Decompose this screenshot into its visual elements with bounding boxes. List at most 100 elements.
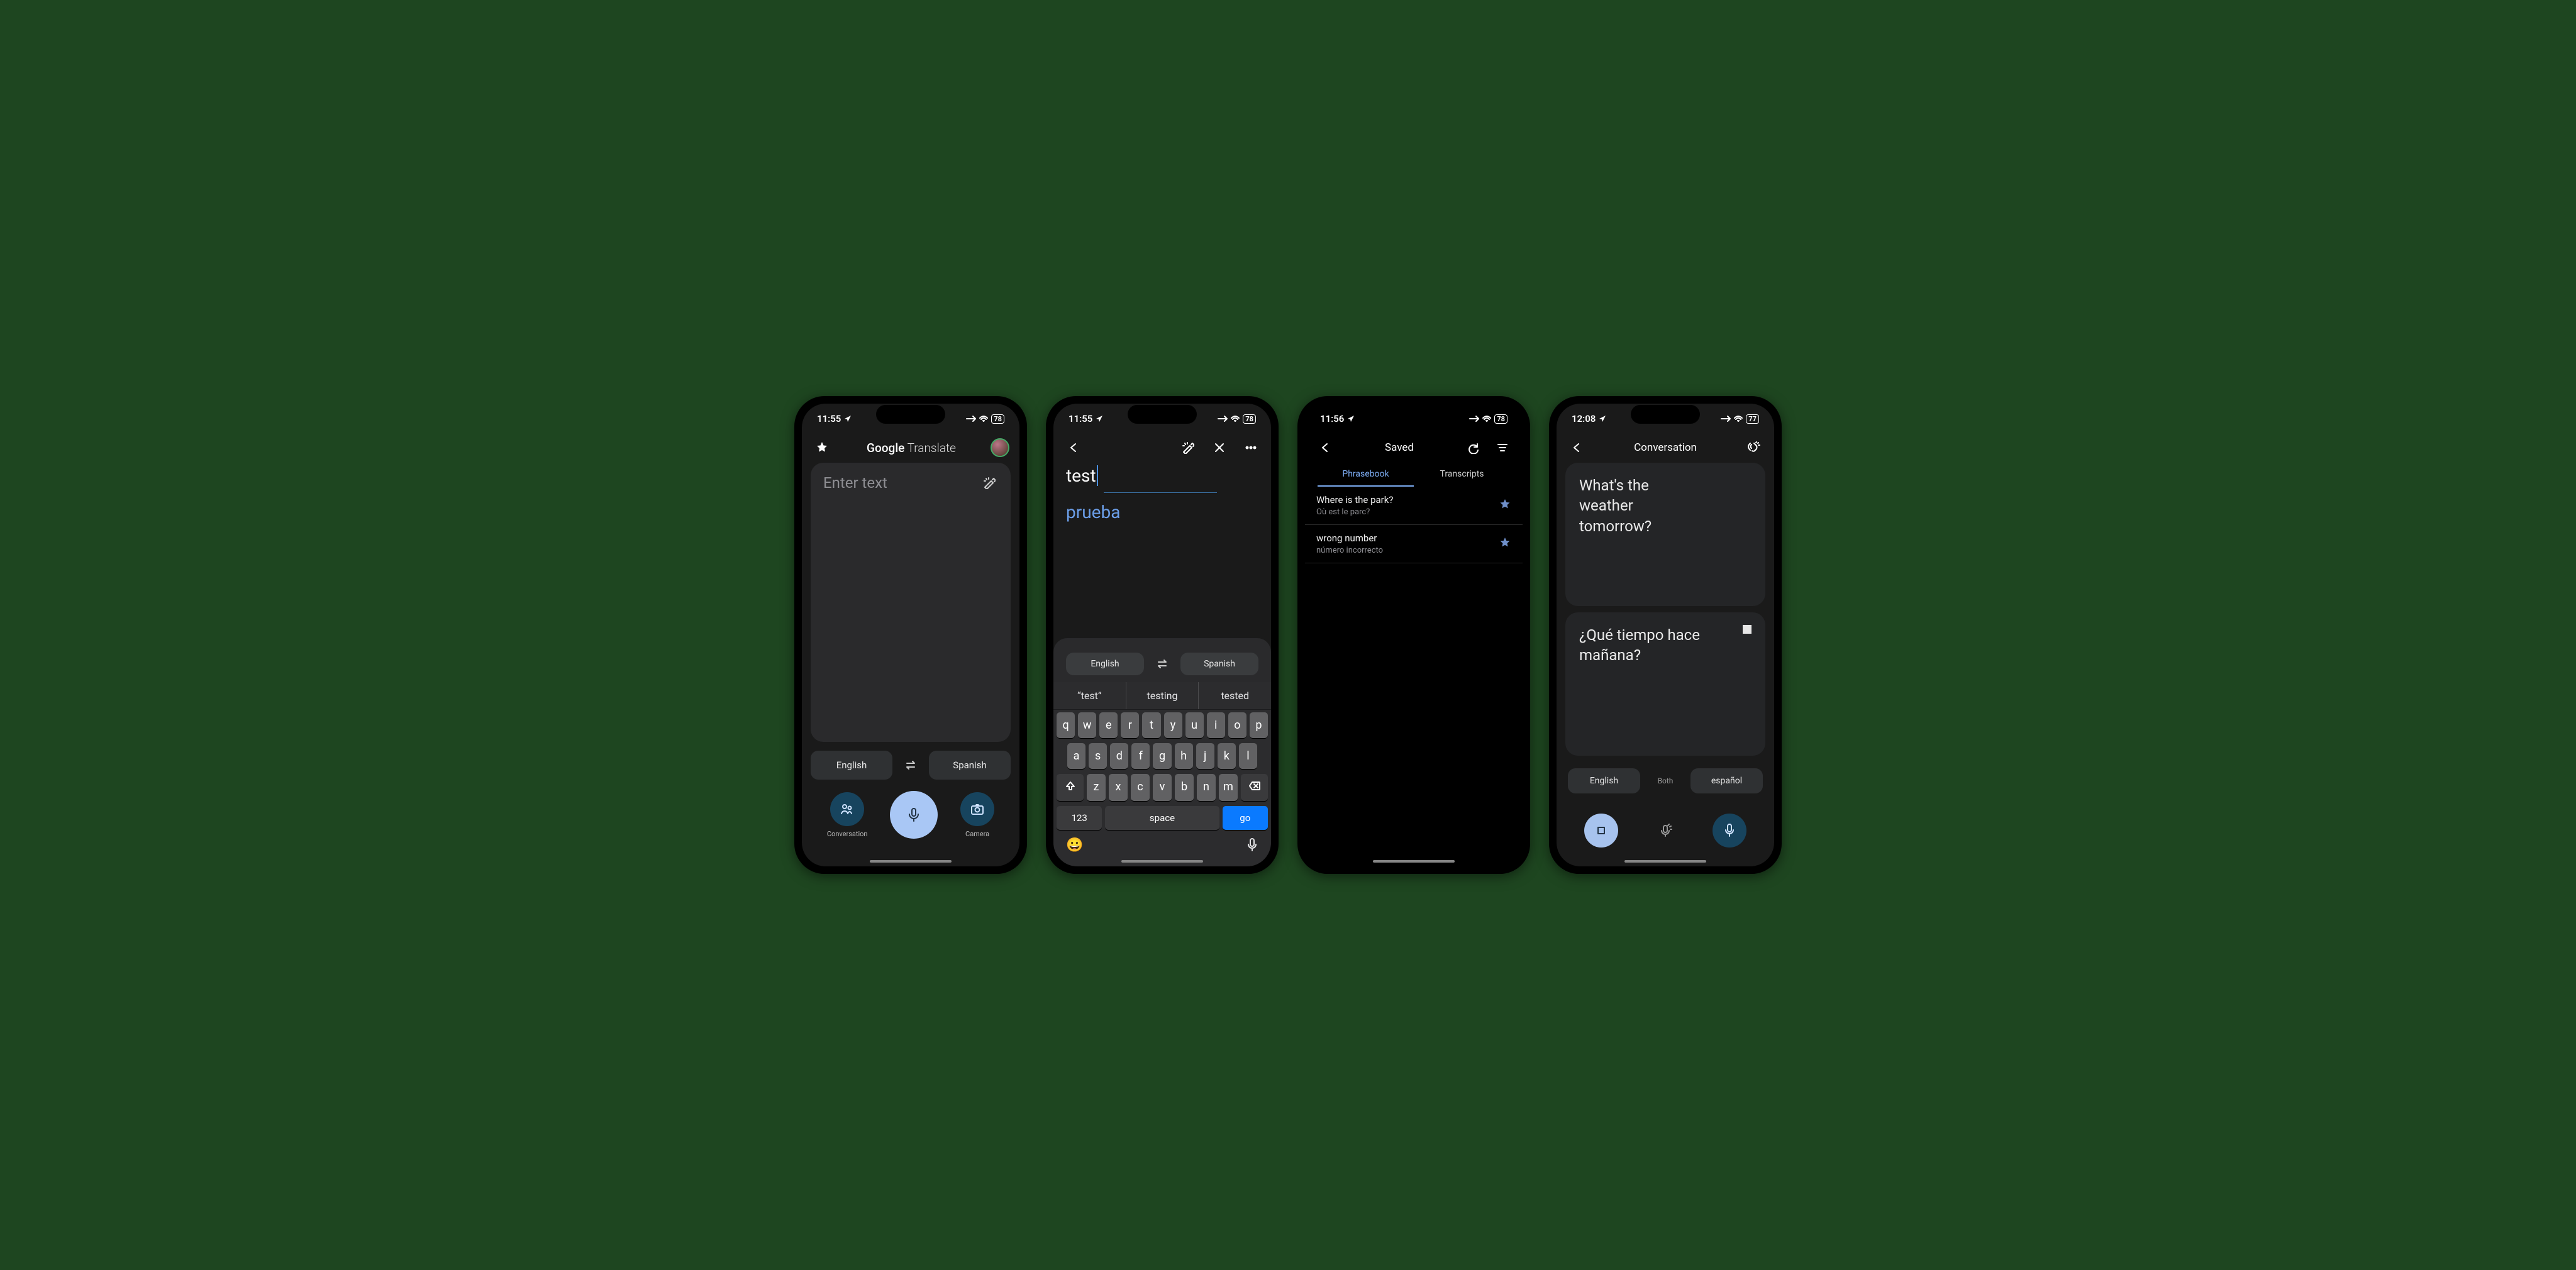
both-label[interactable]: Both: [1646, 776, 1684, 785]
wave-icon: [1747, 441, 1761, 455]
key-s[interactable]: s: [1089, 743, 1107, 769]
status-time: 12:08: [1572, 413, 1596, 424]
star-icon: [815, 441, 829, 455]
spanish-bubble[interactable]: ¿Qué tiempo hace mañana?: [1565, 612, 1765, 756]
saved-list: Where is the park? Où est le parc? wrong…: [1305, 487, 1523, 563]
phrase-source: Where is the park?: [1316, 494, 1393, 505]
voice-button[interactable]: [890, 791, 938, 839]
key-e[interactable]: e: [1099, 712, 1118, 738]
key-v[interactable]: v: [1153, 774, 1172, 801]
tab-transcripts[interactable]: Transcripts: [1414, 463, 1510, 487]
backspace-key[interactable]: [1241, 774, 1268, 801]
back-button[interactable]: [1063, 438, 1084, 458]
home-indicator[interactable]: [1624, 860, 1706, 863]
key-b[interactable]: b: [1175, 774, 1194, 801]
conversation-button[interactable]: [830, 792, 864, 826]
page-title: Saved: [1385, 441, 1414, 454]
tab-phrasebook[interactable]: Phrasebook: [1318, 463, 1414, 487]
swap-languages-button[interactable]: [1150, 652, 1174, 676]
status-icons: 78: [1218, 414, 1256, 424]
english-bubble[interactable]: What's the weather tomorrow?: [1565, 463, 1765, 606]
target-language-button[interactable]: Spanish: [1180, 653, 1258, 675]
refresh-button[interactable]: [1463, 438, 1484, 458]
key-k[interactable]: k: [1218, 743, 1236, 769]
source-language-button[interactable]: English: [1066, 653, 1144, 675]
key-t[interactable]: t: [1142, 712, 1160, 738]
key-l[interactable]: l: [1239, 743, 1257, 769]
more-horizontal-icon: [1245, 441, 1257, 454]
back-button[interactable]: [1567, 438, 1587, 458]
key-p[interactable]: p: [1250, 712, 1268, 738]
english-pill[interactable]: English: [1568, 768, 1640, 793]
saved-star[interactable]: [1499, 498, 1511, 513]
notch: [876, 405, 945, 424]
suggestion-1[interactable]: testing: [1126, 682, 1199, 709]
key-c[interactable]: c: [1131, 774, 1150, 801]
chevron-left-icon: [1570, 441, 1583, 454]
spanish-pill[interactable]: español: [1690, 768, 1763, 793]
dictation-button[interactable]: [1246, 837, 1258, 855]
status-icons: 78: [1469, 414, 1507, 424]
screen-conversation: 12:08 77 Conversation What's the weather…: [1557, 404, 1774, 866]
conversation-mode[interactable]: Conversation: [827, 792, 868, 838]
star-button[interactable]: [812, 438, 832, 458]
sort-button[interactable]: [1492, 438, 1513, 458]
refresh-icon: [1467, 441, 1480, 454]
key-j[interactable]: j: [1196, 743, 1214, 769]
key-w[interactable]: w: [1078, 712, 1096, 738]
home-indicator[interactable]: [1121, 860, 1203, 863]
saved-star[interactable]: [1499, 536, 1511, 551]
source-text[interactable]: test: [1066, 465, 1098, 486]
key-h[interactable]: h: [1175, 743, 1193, 769]
emoji-button[interactable]: 😀: [1066, 837, 1083, 855]
handwriting-button[interactable]: [979, 473, 999, 493]
home-indicator[interactable]: [870, 860, 952, 863]
stop-button[interactable]: [1584, 814, 1618, 848]
mic-right-button[interactable]: [1713, 814, 1746, 848]
key-f[interactable]: f: [1131, 743, 1150, 769]
key-a[interactable]: a: [1067, 743, 1085, 769]
battery-level: 77: [1746, 414, 1759, 424]
key-x[interactable]: x: [1109, 774, 1128, 801]
key-q[interactable]: q: [1057, 712, 1075, 738]
translated-text: prueba: [1066, 502, 1258, 522]
home-indicator[interactable]: [1373, 860, 1455, 863]
list-item[interactable]: wrong number número incorrecto: [1305, 525, 1523, 563]
back-button[interactable]: [1315, 438, 1335, 458]
phrase-translation: Où est le parc?: [1316, 507, 1393, 517]
wave-button[interactable]: [1744, 438, 1764, 458]
key-i[interactable]: i: [1207, 712, 1225, 738]
key-n[interactable]: n: [1197, 774, 1216, 801]
go-key[interactable]: go: [1223, 806, 1268, 830]
battery-level: 78: [991, 414, 1004, 424]
key-y[interactable]: y: [1164, 712, 1182, 738]
suggestion-0[interactable]: “test”: [1053, 682, 1126, 709]
input-card[interactable]: Enter text: [811, 463, 1011, 742]
clear-button[interactable]: [1209, 438, 1230, 458]
key-o[interactable]: o: [1228, 712, 1246, 738]
profile-avatar[interactable]: [991, 438, 1009, 457]
space-key[interactable]: space: [1105, 806, 1219, 830]
shift-key[interactable]: [1057, 774, 1084, 801]
camera-mode[interactable]: Camera: [960, 792, 994, 838]
suggestion-2[interactable]: tested: [1199, 682, 1271, 709]
key-u[interactable]: u: [1185, 712, 1204, 738]
handwriting-button[interactable]: [1178, 438, 1198, 458]
key-z[interactable]: z: [1087, 774, 1106, 801]
key-g[interactable]: g: [1153, 743, 1171, 769]
screen-typing: 11:55 78: [1053, 404, 1271, 866]
camera-button[interactable]: [960, 792, 994, 826]
status-icons: 78: [966, 414, 1004, 424]
list-item[interactable]: Where is the park? Où est le parc?: [1305, 487, 1523, 525]
target-language-button[interactable]: Spanish: [929, 751, 1011, 780]
saved-header: Saved: [1305, 434, 1523, 463]
numbers-key[interactable]: 123: [1057, 806, 1102, 830]
source-language-button[interactable]: English: [811, 751, 892, 780]
conversation-header: Conversation: [1557, 434, 1774, 463]
app-title: Google Translate: [867, 441, 956, 455]
key-m[interactable]: m: [1219, 774, 1238, 801]
more-button[interactable]: [1241, 438, 1261, 458]
key-d[interactable]: d: [1110, 743, 1128, 769]
key-r[interactable]: r: [1121, 712, 1139, 738]
swap-languages-button[interactable]: [899, 753, 923, 777]
